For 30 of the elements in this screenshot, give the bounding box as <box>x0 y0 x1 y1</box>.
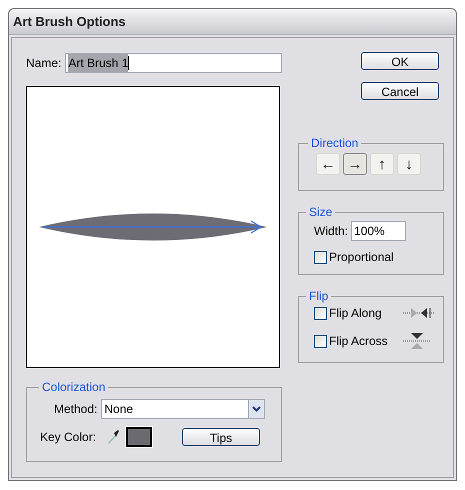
group-title: Colorization <box>41 379 106 396</box>
name-field[interactable]: Art Brush 1 <box>65 53 282 73</box>
flip-across-icon <box>403 332 431 350</box>
proportional-checkbox[interactable] <box>314 250 327 264</box>
key-color-label: Key Color: <box>40 429 96 446</box>
width-field[interactable]: 100% <box>351 221 406 241</box>
direction-button[interactable]: ↑ <box>370 153 394 175</box>
flip-checkbox[interactable] <box>314 306 327 320</box>
chevron-icon <box>248 400 264 418</box>
group-title: Direction <box>310 135 360 152</box>
cancel-button[interactable]: Cancel <box>361 82 439 100</box>
group-title: Size <box>308 204 334 221</box>
proportional-label: Proportional <box>329 249 394 266</box>
direction-button[interactable]: → <box>343 153 367 175</box>
key-color-swatch[interactable] <box>126 427 152 447</box>
direction-button[interactable]: ← <box>316 153 340 175</box>
tips-button[interactable]: Tips <box>182 428 260 446</box>
flip-label: Flip Along <box>329 305 383 322</box>
method-label: Method: <box>54 401 98 418</box>
flip-along-icon <box>403 307 435 319</box>
group-title: Flip <box>308 288 330 305</box>
flip-checkbox[interactable] <box>314 334 327 348</box>
name-label: Name: <box>26 55 62 72</box>
width-label: Width: <box>314 223 348 240</box>
ok-button[interactable]: OK <box>361 52 439 70</box>
flip-label: Flip Across <box>329 333 389 350</box>
method-dropdown[interactable]: None <box>101 399 266 419</box>
window-title: Art Brush Options <box>13 12 126 31</box>
eyedropper-icon[interactable] <box>106 429 120 445</box>
direction-button[interactable]: ↓ <box>397 153 421 175</box>
